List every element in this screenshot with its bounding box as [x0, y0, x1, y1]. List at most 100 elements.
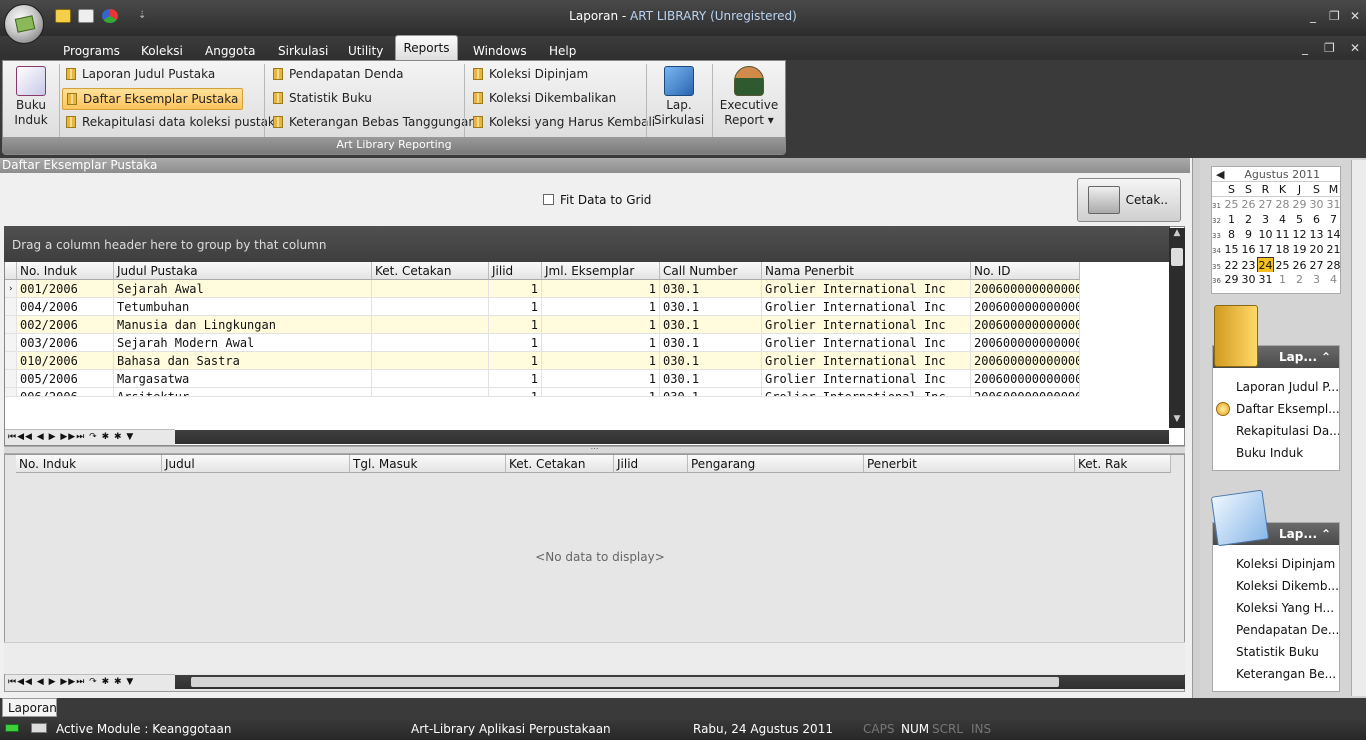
table-cell[interactable]: [372, 370, 489, 388]
calendar-day[interactable]: 28: [1325, 258, 1341, 272]
column-header[interactable]: Judul Pustaka: [114, 262, 372, 280]
tab-utility[interactable]: Utility: [348, 40, 383, 60]
table-cell[interactable]: 1: [542, 334, 660, 352]
table-cell[interactable]: 1: [489, 298, 542, 316]
executive-report-button[interactable]: Executive Report ▾: [718, 66, 780, 128]
table-cell[interactable]: 030.1: [660, 388, 762, 397]
table-cell[interactable]: [372, 334, 489, 352]
table-cell[interactable]: 002/2006: [17, 316, 114, 334]
tab-programs[interactable]: Programs: [63, 40, 120, 60]
calendar-day[interactable]: 7: [1325, 212, 1340, 227]
mdi-close-button[interactable]: ✕: [1350, 41, 1360, 55]
table-cell[interactable]: Tetumbuhan: [114, 298, 372, 316]
table-cell[interactable]: Grolier International Inc: [762, 316, 971, 334]
minimize-button[interactable]: _: [1310, 9, 1316, 23]
table-cell[interactable]: Manusia dan Lingkungan: [114, 316, 372, 334]
calendar-day[interactable]: 26: [1240, 197, 1257, 212]
calendar-day[interactable]: 6: [1308, 212, 1325, 227]
calendar-day[interactable]: 15: [1223, 242, 1240, 257]
column-header[interactable]: Judul: [162, 455, 350, 473]
collapse-icon[interactable]: ⌃: [1321, 346, 1331, 368]
table-cell[interactable]: 1: [542, 370, 660, 388]
column-header[interactable]: No. Induk: [16, 455, 162, 473]
calendar-day[interactable]: 29: [1223, 272, 1240, 287]
koleksi-dikembalikan-item[interactable]: Koleksi Dikembalikan: [473, 88, 616, 108]
calendar-day[interactable]: 2: [1291, 272, 1308, 287]
table-cell[interactable]: 001/2006: [17, 280, 114, 298]
table-cell[interactable]: Arsitektur: [114, 388, 372, 397]
calendar-day[interactable]: 22: [1223, 258, 1240, 272]
nav-item-koleksi-dipinjam[interactable]: Koleksi Dipinjam: [1213, 553, 1339, 575]
table-cell[interactable]: Grolier International Inc: [762, 334, 971, 352]
table-cell[interactable]: 200600000000000: [971, 316, 1080, 334]
calendar-day[interactable]: 17: [1257, 242, 1274, 257]
daftar-eksemplar-pustaka-item[interactable]: Daftar Eksemplar Pustaka: [62, 88, 244, 110]
mdi-minimize-button[interactable]: _: [1302, 41, 1308, 55]
grid2-horizontal-scrollbar[interactable]: [175, 675, 1185, 689]
column-header[interactable]: No. Induk: [17, 262, 114, 280]
column-header[interactable]: Ket. Cetakan: [506, 455, 614, 473]
table-cell[interactable]: 200600000000000: [971, 370, 1080, 388]
table-cell[interactable]: Grolier International Inc: [762, 388, 971, 397]
table-cell[interactable]: Grolier International Inc: [762, 298, 971, 316]
table-cell[interactable]: 1: [542, 316, 660, 334]
nav-item-keterangan-bebas[interactable]: Keterangan Be...: [1213, 663, 1339, 685]
document-tab-laporan[interactable]: Laporan: [2, 698, 57, 717]
table-cell[interactable]: 030.1: [660, 298, 762, 316]
table-cell[interactable]: 1: [489, 334, 542, 352]
grid1-horizontal-scrollbar[interactable]: [175, 430, 1169, 444]
calendar-day[interactable]: 8: [1223, 227, 1240, 242]
nav-item-statistik-buku[interactable]: Statistik Buku: [1213, 641, 1339, 663]
koleksi-dipinjam-item[interactable]: Koleksi Dipinjam: [473, 64, 588, 84]
restore-button[interactable]: ❐: [1329, 9, 1340, 23]
table-cell[interactable]: [372, 388, 489, 397]
calendar-day[interactable]: 25: [1274, 258, 1291, 272]
calendar-day[interactable]: 21: [1325, 242, 1341, 257]
statistik-buku-item[interactable]: Statistik Buku: [273, 88, 372, 108]
scroll-up-icon[interactable]: ▲: [1169, 228, 1185, 242]
table-cell[interactable]: 030.1: [660, 370, 762, 388]
calendar-day[interactable]: 29: [1291, 197, 1308, 212]
table-cell[interactable]: 200600000000000: [971, 298, 1080, 316]
column-header[interactable]: Ket. Cetakan: [372, 262, 489, 280]
laporan-judul-pustaka-item[interactable]: Laporan Judul Pustaka: [66, 64, 215, 84]
table-cell[interactable]: 200600000000000: [971, 334, 1080, 352]
prev-month-icon[interactable]: ◀: [1212, 167, 1224, 182]
right-pane-scrollbar[interactable]: [1351, 160, 1366, 696]
table-cell[interactable]: 1: [489, 280, 542, 298]
nav-item-pendapatan-denda[interactable]: Pendapatan De...: [1213, 619, 1339, 641]
calendar-day[interactable]: 19: [1291, 242, 1308, 257]
table-cell[interactable]: Grolier International Inc: [762, 370, 971, 388]
calendar-day[interactable]: 31: [1325, 197, 1341, 212]
pendapatan-denda-item[interactable]: Pendapatan Denda: [273, 64, 403, 84]
column-header[interactable]: Pengarang: [688, 455, 864, 473]
calendar-day[interactable]: 26: [1291, 258, 1308, 272]
table-cell[interactable]: Bahasa dan Sastra: [114, 352, 372, 370]
rekapitulasi-item[interactable]: Rekapitulasi data koleksi pustaka: [66, 112, 282, 132]
checkbox-box[interactable]: [543, 194, 554, 205]
nav-item-koleksi-dikembalikan[interactable]: Koleksi Dikemb...: [1213, 575, 1339, 597]
table-cell[interactable]: Sejarah Awal: [114, 280, 372, 298]
nav-item-rekapitulasi[interactable]: Rekapitulasi Da...: [1213, 420, 1339, 442]
calendar-day[interactable]: 20: [1308, 242, 1325, 257]
table-cell[interactable]: 030.1: [660, 316, 762, 334]
nav-item-laporan-judul[interactable]: Laporan Judul P...: [1213, 376, 1339, 398]
calendar-day[interactable]: 30: [1240, 272, 1257, 287]
table-cell[interactable]: 1: [542, 298, 660, 316]
tab-sirkulasi[interactable]: Sirkulasi: [278, 40, 328, 60]
splitter[interactable]: [1192, 158, 1200, 698]
scroll-down-icon[interactable]: ▼: [1169, 414, 1185, 428]
nav-item-koleksi-harus-kembali[interactable]: Koleksi Yang H...: [1213, 597, 1339, 619]
calendar-day[interactable]: 31: [1257, 272, 1274, 287]
table-cell[interactable]: 1: [489, 352, 542, 370]
tab-windows[interactable]: Windows: [473, 40, 527, 60]
calendar-day[interactable]: 24: [1257, 257, 1274, 272]
table-cell[interactable]: 003/2006: [17, 334, 114, 352]
table-cell[interactable]: 030.1: [660, 280, 762, 298]
column-header[interactable]: Jilid: [614, 455, 688, 473]
keterangan-bebas-item[interactable]: Keterangan Bebas Tanggungan: [273, 112, 476, 132]
scroll-thumb[interactable]: [191, 677, 1059, 687]
table-cell[interactable]: 200600000000000: [971, 280, 1080, 298]
calendar-day[interactable]: 1: [1223, 212, 1240, 227]
table-cell[interactable]: 006/2006: [17, 388, 114, 397]
